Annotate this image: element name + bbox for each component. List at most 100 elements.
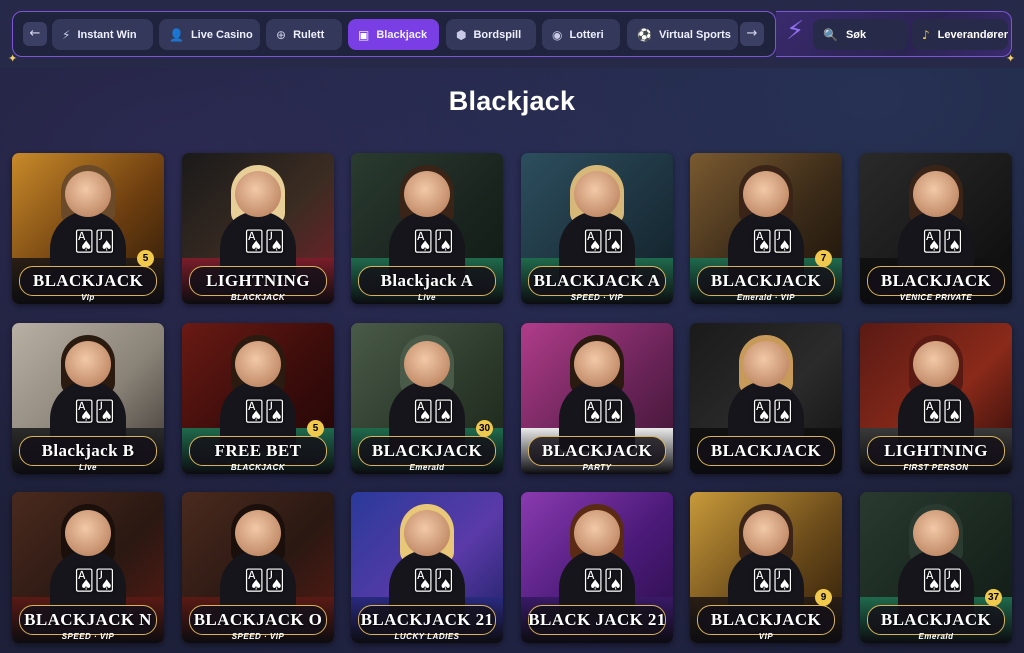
provider-icon: ♪ bbox=[922, 27, 930, 42]
game-subtitle: LUCKY LADIES bbox=[394, 632, 460, 641]
game-title: BLACKJACK 21 bbox=[360, 610, 494, 629]
game-title: Blackjack B bbox=[41, 441, 135, 460]
tab-blackjack[interactable]: ▣ Blackjack bbox=[348, 19, 439, 50]
tab-label: Rulett bbox=[293, 28, 325, 41]
game-card[interactable]: 🂡🂫 BLACKJACK Vip 5 bbox=[12, 153, 164, 304]
game-logo: BLACK JACK 21 bbox=[528, 605, 666, 635]
game-card[interactable]: 🂡🂫 LIGHTNING FIRST PERSON bbox=[860, 323, 1012, 474]
game-title: BLACKJACK bbox=[32, 271, 144, 290]
playing-cards-icon: 🂡🂫 bbox=[74, 568, 115, 592]
game-title: LIGHTNING bbox=[206, 271, 310, 290]
dealer-face-art bbox=[913, 510, 959, 556]
game-title: BLACK JACK 21 bbox=[528, 610, 666, 629]
dealer-face-art bbox=[235, 341, 281, 387]
ball-icon: ⚽ bbox=[637, 27, 652, 42]
playing-cards-icon: 🂡🂫 bbox=[922, 568, 963, 592]
game-card[interactable]: 🂡🂫 Blackjack B Live bbox=[12, 323, 164, 474]
page-title: Blackjack bbox=[448, 86, 576, 116]
dealer-face-art bbox=[743, 510, 789, 556]
game-subtitle: Emerald · VIP bbox=[736, 293, 796, 302]
tab-rulett[interactable]: ⊕ Rulett bbox=[266, 19, 342, 50]
game-card[interactable]: 🂡🂫 BLACKJACK N SPEED · VIP bbox=[12, 492, 164, 643]
table-number-badge: 7 bbox=[815, 250, 832, 267]
game-title: BLACKJACK bbox=[880, 271, 992, 290]
tab-lotteri[interactable]: ◉ Lotteri bbox=[542, 19, 620, 50]
game-title: LIGHTNING bbox=[884, 441, 988, 460]
dealer-face-art bbox=[235, 171, 281, 217]
dealer-face-art bbox=[574, 341, 620, 387]
game-title: BLACKJACK N bbox=[24, 610, 152, 629]
dealer-face-art bbox=[65, 341, 111, 387]
tab-label: Virtual Sports bbox=[658, 28, 731, 41]
game-logo: BLACKJACK bbox=[867, 266, 1005, 296]
table-number-badge: 5 bbox=[137, 250, 154, 267]
dealer-face-art bbox=[913, 341, 959, 387]
game-card[interactable]: 🂡🂫 BLACKJACK Emerald 37 bbox=[860, 492, 1012, 643]
game-subtitle: Emerald bbox=[409, 463, 445, 472]
game-title: BLACKJACK bbox=[710, 271, 822, 290]
tab-label: Bordspill bbox=[473, 28, 522, 41]
playing-cards-icon: 🂡🂫 bbox=[244, 399, 285, 423]
game-card[interactable]: 🂡🂫 BLACKJACK Emerald 30 bbox=[351, 323, 503, 474]
playing-cards-icon: 🂡🂫 bbox=[413, 568, 454, 592]
table-number-badge: 37 bbox=[985, 589, 1002, 606]
prev-arrow-button[interactable]: ← bbox=[23, 22, 47, 46]
game-title: BLACKJACK bbox=[371, 441, 483, 460]
game-card[interactable]: 🂡🂫 BLACKJACK PARTY bbox=[521, 323, 673, 474]
dealer-face-art bbox=[404, 341, 450, 387]
game-card[interactable]: 🂡🂫 BLACK JACK 21 bbox=[521, 492, 673, 643]
game-card[interactable]: 🂡🂫 BLACKJACK VIP 9 bbox=[690, 492, 842, 643]
playing-cards-icon: 🂡🂫 bbox=[583, 568, 624, 592]
tab-live-casino[interactable]: 👤 Live Casino bbox=[159, 19, 260, 50]
tab-instant-win[interactable]: ⚡ Instant Win bbox=[52, 19, 153, 50]
bolt-icon: ⚡ bbox=[62, 27, 71, 42]
game-title: BLACKJACK A bbox=[533, 271, 661, 290]
game-card[interactable]: 🂡🂫 BLACKJACK 21 LUCKY LADIES bbox=[351, 492, 503, 643]
game-card[interactable]: 🂡🂫 Blackjack A Live bbox=[351, 153, 503, 304]
provider-button[interactable]: ♪ Leverandører bbox=[912, 19, 1008, 50]
game-card[interactable]: 🂡🂫 LIGHTNING BLACKJACK bbox=[182, 153, 334, 304]
tab-bordspill[interactable]: ⬢ Bordspill bbox=[446, 19, 536, 50]
next-arrow-button[interactable]: → bbox=[740, 22, 764, 46]
game-logo: Blackjack A bbox=[358, 266, 496, 296]
game-subtitle: Vip bbox=[81, 293, 95, 302]
tab-virtual-sports[interactable]: ⚽ Virtual Sports bbox=[627, 19, 738, 50]
game-logo: BLACKJACK O bbox=[189, 605, 327, 635]
game-logo: BLACKJACK N bbox=[19, 605, 157, 635]
playing-cards-icon: 🂡🂫 bbox=[583, 399, 624, 423]
game-card[interactable]: 🂡🂫 BLACKJACK VENICE PRIVATE bbox=[860, 153, 1012, 304]
playing-cards-icon: 🂡🂫 bbox=[244, 568, 285, 592]
game-card[interactable]: 🂡🂫 FREE BET BLACKJACK 5 bbox=[182, 323, 334, 474]
game-card[interactable]: 🂡🂫 BLACKJACK A SPEED · VIP bbox=[521, 153, 673, 304]
top-navigation: ⚡ ✦ ✦ ← ⚡ Instant Win 👤 Live Casino ⊕ Ru… bbox=[0, 0, 1024, 68]
game-title: FREE BET bbox=[214, 441, 302, 460]
game-logo: LIGHTNING bbox=[867, 436, 1005, 466]
game-card[interactable]: 🂡🂫 BLACKJACK bbox=[690, 323, 842, 474]
game-title: BLACKJACK bbox=[880, 610, 992, 629]
game-logo: LIGHTNING bbox=[189, 266, 327, 296]
dealer-face-art bbox=[404, 171, 450, 217]
dealer-face-art bbox=[235, 510, 281, 556]
playing-cards-icon: 🂡🂫 bbox=[752, 399, 793, 423]
dealer-face-art bbox=[743, 341, 789, 387]
dealer-face-art bbox=[65, 171, 111, 217]
dealer-face-art bbox=[574, 171, 620, 217]
game-card[interactable]: 🂡🂫 BLACKJACK Emerald · VIP 7 bbox=[690, 153, 842, 304]
playing-cards-icon: 🂡🂫 bbox=[752, 229, 793, 253]
dealer-face-art bbox=[913, 171, 959, 217]
game-title: Blackjack A bbox=[380, 271, 474, 290]
game-logo: BLACKJACK bbox=[358, 436, 496, 466]
roulette-icon: ⊕ bbox=[276, 27, 287, 42]
game-subtitle: Emerald bbox=[918, 632, 954, 641]
game-logo: BLACKJACK bbox=[697, 605, 835, 635]
sparkle-icon: ✦ bbox=[8, 52, 18, 65]
game-card[interactable]: 🂡🂫 BLACKJACK O SPEED · VIP bbox=[182, 492, 334, 643]
sparkle-icon: ✦ bbox=[1006, 52, 1016, 65]
playing-cards-icon: 🂡🂫 bbox=[413, 229, 454, 253]
game-logo: FREE BET bbox=[189, 436, 327, 466]
game-logo: Blackjack B bbox=[19, 436, 157, 466]
tab-label: Blackjack bbox=[376, 28, 428, 41]
search-button[interactable]: 🔍 Søk bbox=[813, 19, 907, 50]
playing-cards-icon: 🂡🂫 bbox=[922, 399, 963, 423]
game-logo: BLACKJACK 21 bbox=[358, 605, 496, 635]
